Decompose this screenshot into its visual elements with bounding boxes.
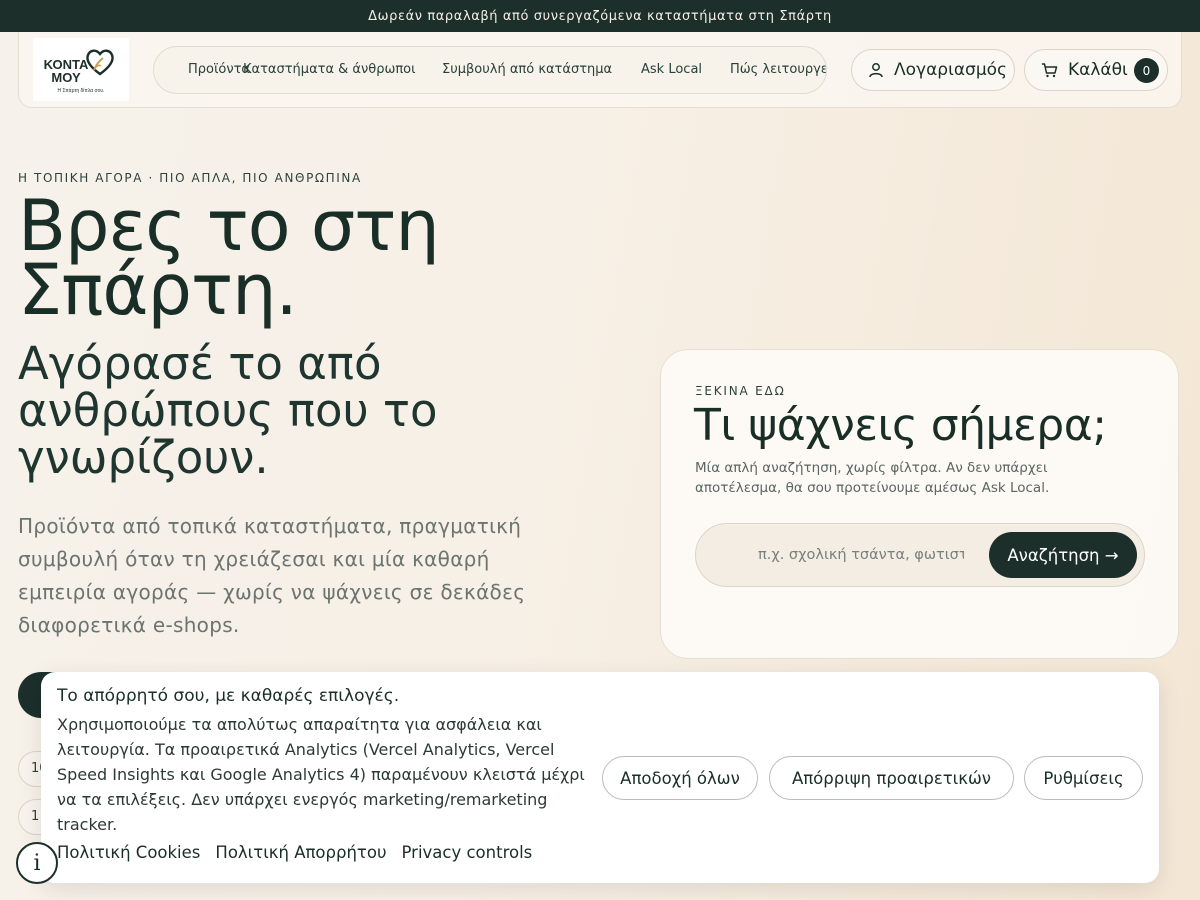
cookie-title: Το απόρρητό σου, με καθαρές επιλογές. [57, 686, 400, 706]
cart-button[interactable]: Καλάθι 0 [1024, 49, 1168, 91]
info-button[interactable]: i [16, 842, 58, 884]
main-nav: Προϊόντα Καταστήματα & άνθρωποι Συμβουλή… [153, 46, 827, 94]
search-card: ΞΕΚΙΝΑ ΕΔΩ Τι ψάχνεις σήμερα; Μία απλή α… [660, 349, 1179, 659]
privacy-policy-link[interactable]: Πολιτική Απορρήτου [215, 843, 386, 862]
info-icon: i [33, 850, 41, 876]
accept-all-button[interactable]: Αποδοχή όλων [602, 756, 758, 800]
cart-label: Καλάθι [1068, 60, 1128, 80]
cookie-links: Πολιτική Cookies Πολιτική Απορρήτου Priv… [57, 843, 547, 862]
search-card-title: Τι ψάχνεις σήμερα; [694, 400, 1107, 451]
reject-optional-button[interactable]: Απόρριψη προαιρετικών [769, 756, 1014, 800]
nav-item-store-advice[interactable]: Συμβουλή από κατάστημα [442, 62, 612, 77]
search-card-eyebrow: ΞΕΚΙΝΑ ΕΔΩ [695, 384, 786, 398]
cookie-banner: Το απόρρητό σου, με καθαρές επιλογές. Χρ… [41, 672, 1159, 883]
cart-icon [1042, 63, 1058, 78]
heart-icon [86, 49, 114, 75]
nav-item-how-it-works[interactable]: Πώς λειτουργεί [730, 62, 826, 77]
nav-item-stores[interactable]: Καταστήματα & άνθρωποι [243, 62, 416, 77]
logo[interactable]: ΚΟΝΤΑ ΜΟΥ Η Σπάρτη δίπλα σου. [33, 38, 129, 101]
logo-mark: ΚΟΝΤΑ ΜΟΥ [41, 46, 121, 86]
cookie-body: Χρησιμοποιούμε τα απολύτως απαραίτητα γι… [57, 715, 585, 834]
account-button[interactable]: Λογαριασμός [851, 49, 1015, 91]
logo-tagline: Η Σπάρτη δίπλα σου. [57, 87, 105, 94]
search-card-description: Μία απλή αναζήτηση, χωρίς φίλτρα. Αν δεν… [695, 460, 1050, 496]
privacy-controls-link[interactable]: Privacy controls [402, 843, 533, 862]
user-icon [869, 63, 883, 78]
search-box: Αναζήτηση → [695, 523, 1145, 587]
search-button[interactable]: Αναζήτηση → [989, 532, 1137, 578]
account-label: Λογαριασμός [894, 60, 1008, 80]
cookie-settings-button[interactable]: Ρυθμίσεις [1024, 756, 1143, 800]
cookie-policy-link[interactable]: Πολιτική Cookies [57, 843, 200, 862]
hero-eyebrow: Η ΤΟΠΙΚΗ ΑΓΟΡΑ · ΠΙΟ ΑΠΛΑ, ΠΙΟ ΑΝΘΡΩΠΙΝΑ [18, 171, 362, 185]
logo-wordmark: ΚΟΝΤΑ ΜΟΥ [43, 56, 89, 85]
hero-lead: Προϊόντα από τοπικά καταστήματα, πραγματ… [18, 514, 526, 637]
nav-item-ask-local[interactable]: Ask Local [641, 62, 702, 77]
announcement-text: Δωρεάν παραλαβή από συνεργαζόμενα καταστ… [368, 8, 832, 24]
cart-count-badge: 0 [1134, 58, 1159, 83]
site-header: ΚΟΝΤΑ ΜΟΥ Η Σπάρτη δίπλα σου. Προϊόντα Κα… [18, 32, 1182, 108]
search-input[interactable] [758, 542, 964, 568]
hero-subtitle: Αγόρασέ το από ανθρώπους που το γνωρίζου… [18, 337, 438, 484]
announcement-bar: Δωρεάν παραλαβή από συνεργαζόμενα καταστ… [0, 0, 1200, 32]
hero-title: Βρες το στη Σπάρτη. [18, 185, 440, 331]
